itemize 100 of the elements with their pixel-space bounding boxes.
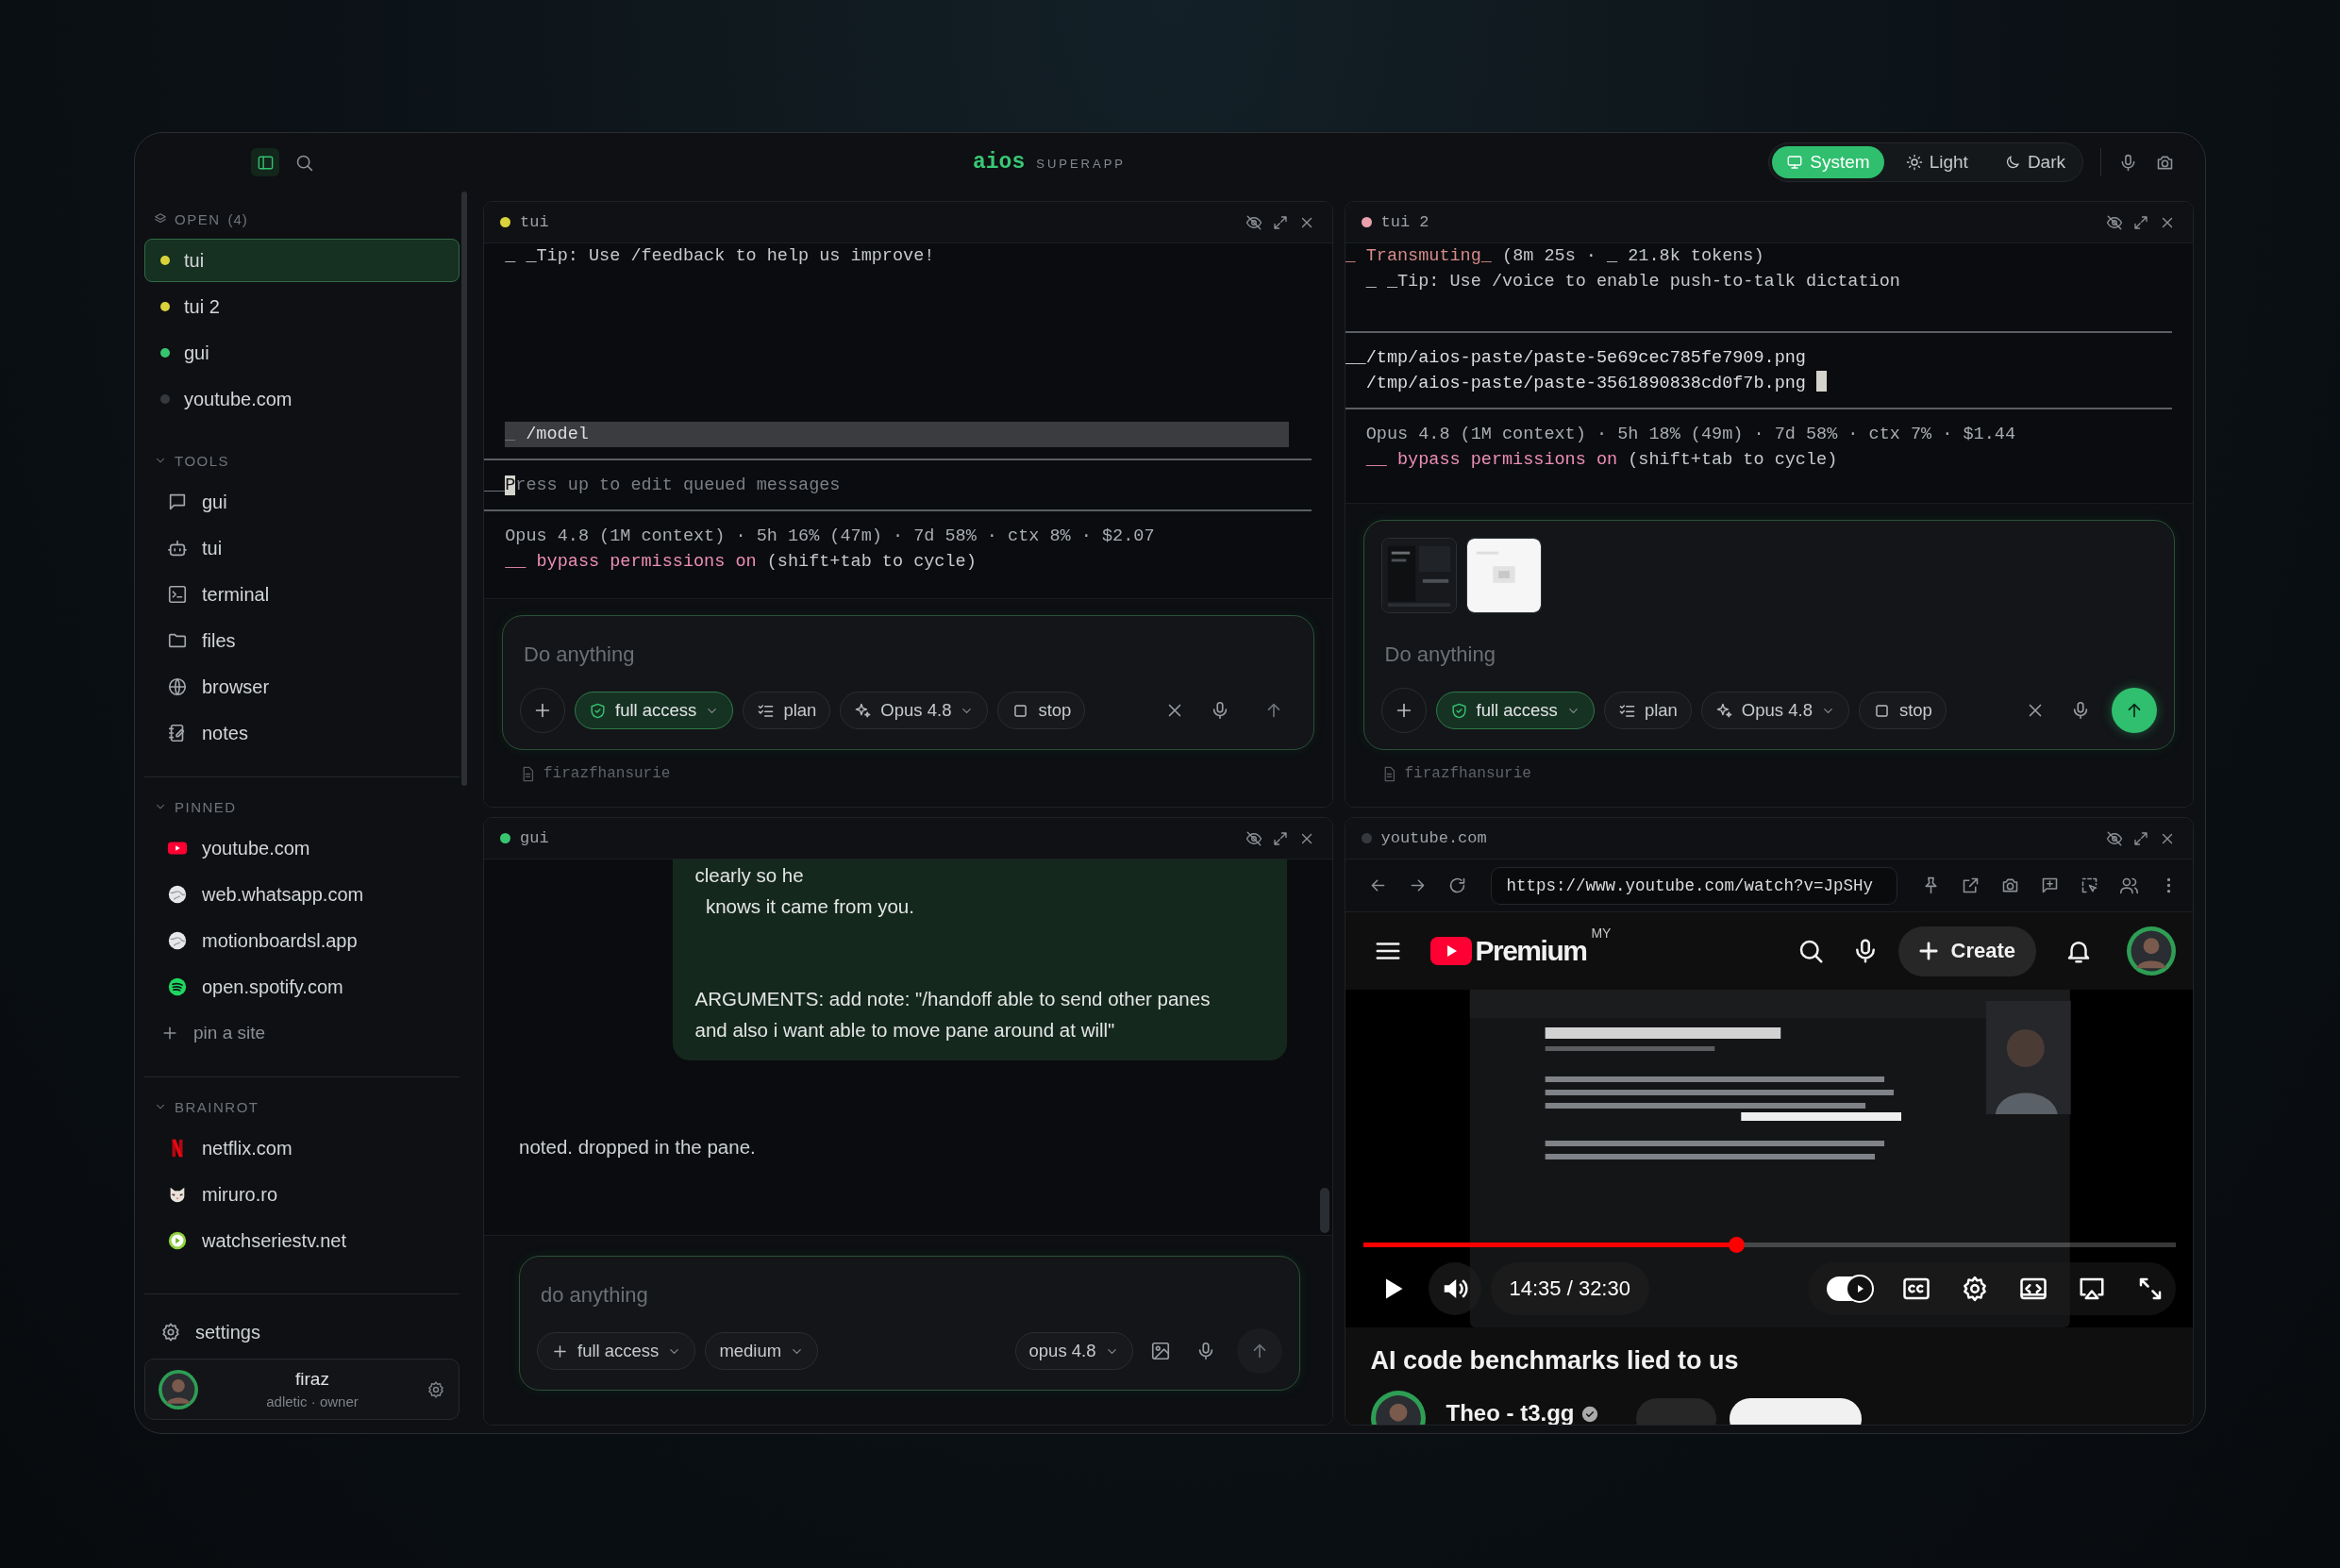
sound-wave-icon	[167, 976, 188, 997]
option-chip[interactable]: Opus 4.8	[840, 692, 989, 729]
pane-title: tui 2	[1380, 213, 1429, 231]
user-name: firaz	[295, 1369, 329, 1390]
region-label: MY	[1591, 926, 1612, 941]
prompt-input[interactable]: do anything	[537, 1281, 1282, 1309]
app-tagline: SUPERAPP	[1036, 157, 1127, 171]
expand-icon[interactable]	[2132, 213, 2149, 231]
globe-icon	[167, 884, 188, 905]
option-chip[interactable]: full access	[537, 1332, 696, 1370]
logo-wordmark[interactable]: Premium	[1475, 935, 1587, 967]
sidebar-item[interactable]: youtube.com	[144, 377, 460, 421]
pin-site-button[interactable]: pin a site	[144, 1011, 460, 1055]
sidebar-item[interactable]: terminal	[144, 573, 460, 616]
sidebar-item[interactable]: open.spotify.com	[144, 965, 460, 1009]
sidebar-item[interactable]: youtube.com	[144, 826, 460, 870]
option-chip[interactable]: Opus 4.8	[1700, 692, 1849, 729]
sidebar-item[interactable]: browser	[144, 665, 460, 709]
option-chip[interactable]: full access	[575, 692, 734, 729]
option-chip[interactable]: medium	[705, 1332, 819, 1370]
eye-off-icon[interactable]	[1245, 213, 1262, 231]
terminal-line: _ Transmuting_ (8m 25s · _ 21.8k tokens)	[1345, 245, 1765, 268]
sidebar-item[interactable]: miruro.ro	[144, 1173, 460, 1216]
folder-label: firazfhansurie	[1404, 765, 1531, 782]
option-chip[interactable]: stop	[997, 692, 1086, 729]
sidebar-item[interactable]: tui	[144, 239, 460, 282]
autoplay-toggle[interactable]	[1827, 1276, 1872, 1301]
message-text: noted. dropped in the pane.	[519, 1135, 757, 1159]
play-logo-icon[interactable]	[1429, 937, 1472, 965]
sidebar-item[interactable]: gui	[144, 480, 460, 524]
sidebar-item[interactable]: notes	[144, 711, 460, 755]
sidebar-icon	[256, 153, 275, 172]
option-chip[interactable]: opus 4.8	[1014, 1332, 1133, 1370]
section-toggle[interactable]: PINNED	[154, 798, 237, 815]
sidebar-item[interactable]: web.whatsapp.com	[144, 873, 460, 916]
time-display: 14:35 / 32:30	[1490, 1262, 1649, 1315]
eye-off-icon[interactable]	[1245, 829, 1262, 847]
sidebar-item[interactable]: netflix.com	[144, 1126, 460, 1170]
option-chip[interactable]: plan	[1603, 692, 1692, 729]
eye-off-icon[interactable]	[2106, 213, 2123, 231]
terminal-line: _ _Tip: Use /feedback to help us improve!	[504, 245, 936, 268]
eye-off-icon[interactable]	[2106, 829, 2123, 847]
expand-icon[interactable]	[2132, 829, 2149, 847]
message-text: ARGUMENTS: add note: "/handoff able to send other panes and also i want able to move pane around at will"	[694, 987, 1212, 1043]
pane-title: gui	[520, 829, 549, 847]
play-circle-icon	[167, 1230, 188, 1251]
terminal-line: /tmp/aios-paste/paste-3561890838cd0f7b.png	[1345, 371, 2172, 396]
expand-icon[interactable]	[1271, 213, 1289, 231]
terminal-line: Opus 4.8 (1M context) · 5h 16% (47m) · 7d 58% · ctx 8% · $2.07	[504, 525, 1156, 548]
globe-icon	[167, 676, 188, 697]
scrollbar-thumb[interactable]	[1319, 1188, 1329, 1233]
avatar[interactable]	[159, 1369, 198, 1410]
shield-icon	[1449, 701, 1468, 720]
user-role: adletic · owner	[266, 1393, 359, 1410]
expand-icon[interactable]	[1271, 829, 1289, 847]
sidebar-item[interactable]: watchseriestv.net	[144, 1219, 460, 1262]
option-chip[interactable]: plan	[743, 692, 831, 729]
terminal-line: __Press up to edit queued messages	[484, 475, 842, 497]
sparkle-icon	[854, 701, 873, 720]
settings-icon[interactable]	[1961, 1275, 1989, 1303]
pane-title: youtube.com	[1380, 829, 1487, 847]
option-chip[interactable]: full access	[1435, 692, 1595, 729]
terminal-line: _ _Tip: Use /voice to enable push-to-talk dictation	[1364, 271, 1901, 293]
address-field[interactable]: https://www.youtube.com/watch?v=JpSHy	[1490, 866, 1897, 905]
pane-title: tui	[520, 213, 549, 231]
theme-option[interactable]: Light	[1891, 146, 1982, 178]
sidebar-item[interactable]: tui 2	[144, 285, 460, 328]
sparkle-icon	[1714, 701, 1733, 720]
sidebar-item[interactable]: files	[144, 619, 460, 662]
user-card[interactable]: firaz adletic · owner	[144, 1359, 460, 1420]
option-chip[interactable]: stop	[1858, 692, 1947, 729]
settings-icon	[160, 1322, 181, 1343]
shield-icon	[589, 701, 607, 720]
section-toggle[interactable]: BRAINROT	[154, 1098, 259, 1115]
prompt-input[interactable]: Do anything	[1380, 641, 2157, 669]
terminal-line: __ bypass permissions on (shift+tab to cycle)	[504, 551, 978, 574]
prompt-input[interactable]: Do anything	[520, 641, 1296, 669]
terminal-line: __ bypass permissions on (shift+tab to cycle)	[1364, 449, 1839, 472]
app-logo: aios	[973, 150, 1026, 175]
image-icon[interactable]	[1149, 1341, 1171, 1361]
terminal-icon	[167, 584, 188, 605]
scrollbar-thumb[interactable]	[461, 192, 467, 786]
sidebar-toggle-button[interactable]	[251, 148, 279, 176]
section-toggle[interactable]: TOOLS	[154, 452, 230, 469]
monitor-icon	[1786, 154, 1804, 171]
sidebar-item[interactable]: gui	[144, 331, 460, 375]
layers-icon	[154, 212, 167, 225]
theme-option[interactable]: Dark	[1989, 146, 2080, 178]
chat-bubble-icon	[167, 492, 188, 512]
settings-button[interactable]: settings	[144, 1310, 460, 1354]
folder-label: firazfhansurie	[543, 765, 671, 782]
send-button[interactable]	[2112, 688, 2157, 733]
message-text: clearly so he knows it came from you.	[694, 863, 915, 919]
people-icon[interactable]	[2118, 876, 2139, 895]
sidebar-item[interactable]: motionboardsl.app	[144, 919, 460, 962]
sidebar-item[interactable]: tui	[144, 526, 460, 570]
create-button[interactable]: Create	[1897, 926, 2036, 976]
terminal-line: __/tmp/aios-paste/paste-5e69cec785fe7909.png	[1345, 347, 1807, 370]
avatar[interactable]	[2127, 926, 2176, 976]
terminal-line: Opus 4.8 (1M context) · 5h 18% (49m) · 7d 58% · ctx 7% · $1.44	[1364, 424, 2016, 446]
